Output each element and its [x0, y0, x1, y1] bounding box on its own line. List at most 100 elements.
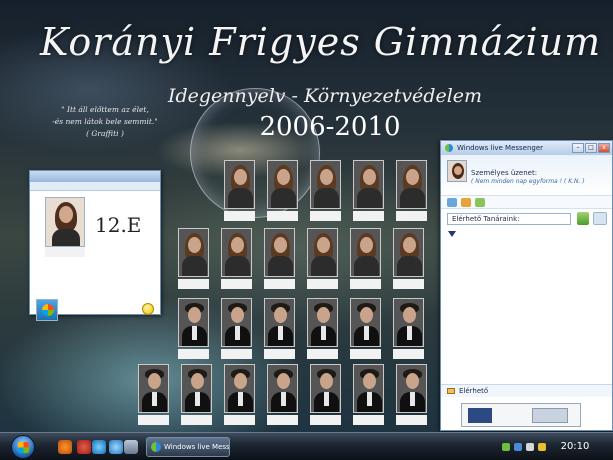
personal-message-label: Személyes üzenet: — [471, 169, 538, 177]
messenger-app-icon — [445, 144, 453, 152]
messenger-profile-header: Személyes üzenet: ( Nem minden nap egyfo… — [441, 155, 612, 195]
student-portrait — [264, 298, 295, 360]
student-portrait — [393, 228, 424, 290]
envelope-icon — [447, 388, 455, 394]
portrait-photo — [307, 298, 338, 347]
student-name — [178, 349, 209, 359]
contact-avatar[interactable] — [45, 197, 85, 247]
graffiti-quote: " Itt áll előttem az élet, -és nem látok… — [45, 104, 165, 140]
student-name — [353, 211, 384, 221]
show-desktop-icon[interactable] — [124, 440, 138, 454]
student-portrait — [181, 364, 212, 426]
sponsor-logo — [468, 408, 492, 423]
portrait-photo — [224, 364, 255, 413]
student-name — [350, 349, 381, 359]
messenger-quick-icon[interactable] — [109, 440, 123, 454]
student-portrait — [178, 298, 209, 360]
quote-line: ( Graffiti ) — [86, 129, 124, 138]
avatar-caption — [45, 247, 85, 257]
tableau-subtitle: Idegennyelv - Környezetvédelem — [167, 85, 483, 107]
student-name — [393, 279, 424, 289]
taskbar: Windows live Mess... 20:10 — [0, 432, 613, 460]
window-controls: – □ x — [571, 143, 610, 153]
minimize-button[interactable]: – — [572, 143, 584, 153]
portrait-photo — [396, 160, 427, 209]
taskbar-clock[interactable]: 20:10 — [555, 439, 595, 455]
search-row — [441, 209, 612, 229]
sponsor-logo — [532, 408, 568, 423]
sponsor-banner[interactable] — [461, 403, 581, 427]
firefox-icon[interactable] — [58, 440, 72, 454]
network-tray-icon[interactable] — [514, 443, 522, 451]
task-button-label: Windows live Mess... — [164, 443, 230, 451]
student-portrait — [307, 228, 338, 290]
chat-menubar[interactable] — [30, 182, 160, 191]
portrait-photo — [310, 364, 341, 413]
portrait-photo — [307, 228, 338, 277]
student-name — [264, 349, 295, 359]
student-name — [393, 349, 424, 359]
start-button[interactable] — [11, 435, 35, 459]
portrait-photo — [221, 298, 252, 347]
contact-search-input[interactable] — [447, 213, 571, 225]
portrait-photo — [267, 364, 298, 413]
quote-line: " Itt áll előttem az élet, — [61, 105, 149, 114]
taskbar-messenger-button[interactable]: Windows live Mess... — [146, 437, 230, 457]
user-avatar[interactable] — [447, 160, 467, 182]
portrait-photo — [138, 364, 169, 413]
chat-window[interactable]: 12.E — [29, 170, 161, 321]
student-name — [221, 349, 252, 359]
student-portrait — [224, 160, 255, 222]
messenger-task-icon — [151, 442, 161, 452]
tableau-years: 2006-2010 — [259, 112, 401, 142]
view-options-icon[interactable] — [593, 212, 607, 225]
contact-group-header[interactable] — [441, 229, 612, 239]
student-name — [178, 279, 209, 289]
student-name — [224, 415, 255, 425]
student-name — [307, 279, 338, 289]
student-name — [350, 279, 381, 289]
opera-icon[interactable] — [77, 440, 91, 454]
student-portrait — [138, 364, 169, 426]
collapse-arrow-icon[interactable] — [448, 231, 456, 237]
portrait-photo — [221, 228, 252, 277]
maximize-button[interactable]: □ — [585, 143, 597, 153]
online-status-bar[interactable]: Elérhető — [441, 384, 612, 397]
personal-message[interactable]: ( Nem minden nap egyforma ! ( K.N. ) — [471, 178, 585, 185]
smiley-icon[interactable] — [142, 303, 154, 315]
student-portrait — [221, 228, 252, 290]
student-name — [221, 279, 252, 289]
volume-tray-icon[interactable] — [526, 443, 534, 451]
student-name — [138, 415, 169, 425]
student-portrait — [396, 364, 427, 426]
news-icon[interactable] — [475, 198, 485, 207]
portrait-photo — [393, 298, 424, 347]
close-button[interactable]: x — [598, 143, 610, 153]
security-tray-icon[interactable] — [538, 443, 546, 451]
windows-logo-icon[interactable] — [36, 299, 58, 321]
spaces-icon[interactable] — [461, 198, 471, 207]
portrait-photo — [264, 298, 295, 347]
portrait-photo — [396, 364, 427, 413]
student-portrait — [310, 364, 341, 426]
student-portrait — [307, 298, 338, 360]
add-contact-icon[interactable] — [577, 212, 589, 225]
messenger-window[interactable]: Windows live Messenger – □ x Személyes üze… — [440, 140, 613, 431]
chat-titlebar[interactable] — [30, 171, 160, 182]
portrait-photo — [350, 228, 381, 277]
student-name — [267, 415, 298, 425]
portrait-photo — [310, 160, 341, 209]
portrait-photo — [393, 228, 424, 277]
portrait-photo — [267, 160, 298, 209]
chat-body: 12.E — [30, 191, 160, 321]
internet-explorer-icon[interactable] — [92, 440, 106, 454]
portrait-photo — [353, 364, 384, 413]
mail-icon[interactable] — [447, 198, 457, 207]
student-portrait — [353, 160, 384, 222]
student-name — [353, 415, 384, 425]
school-title: Korányi Frigyes Gimnázium — [40, 20, 602, 64]
messenger-tray-icon[interactable] — [502, 443, 510, 451]
messenger-titlebar[interactable]: Windows live Messenger – □ x — [441, 141, 612, 155]
student-name — [181, 415, 212, 425]
student-portrait — [353, 364, 384, 426]
